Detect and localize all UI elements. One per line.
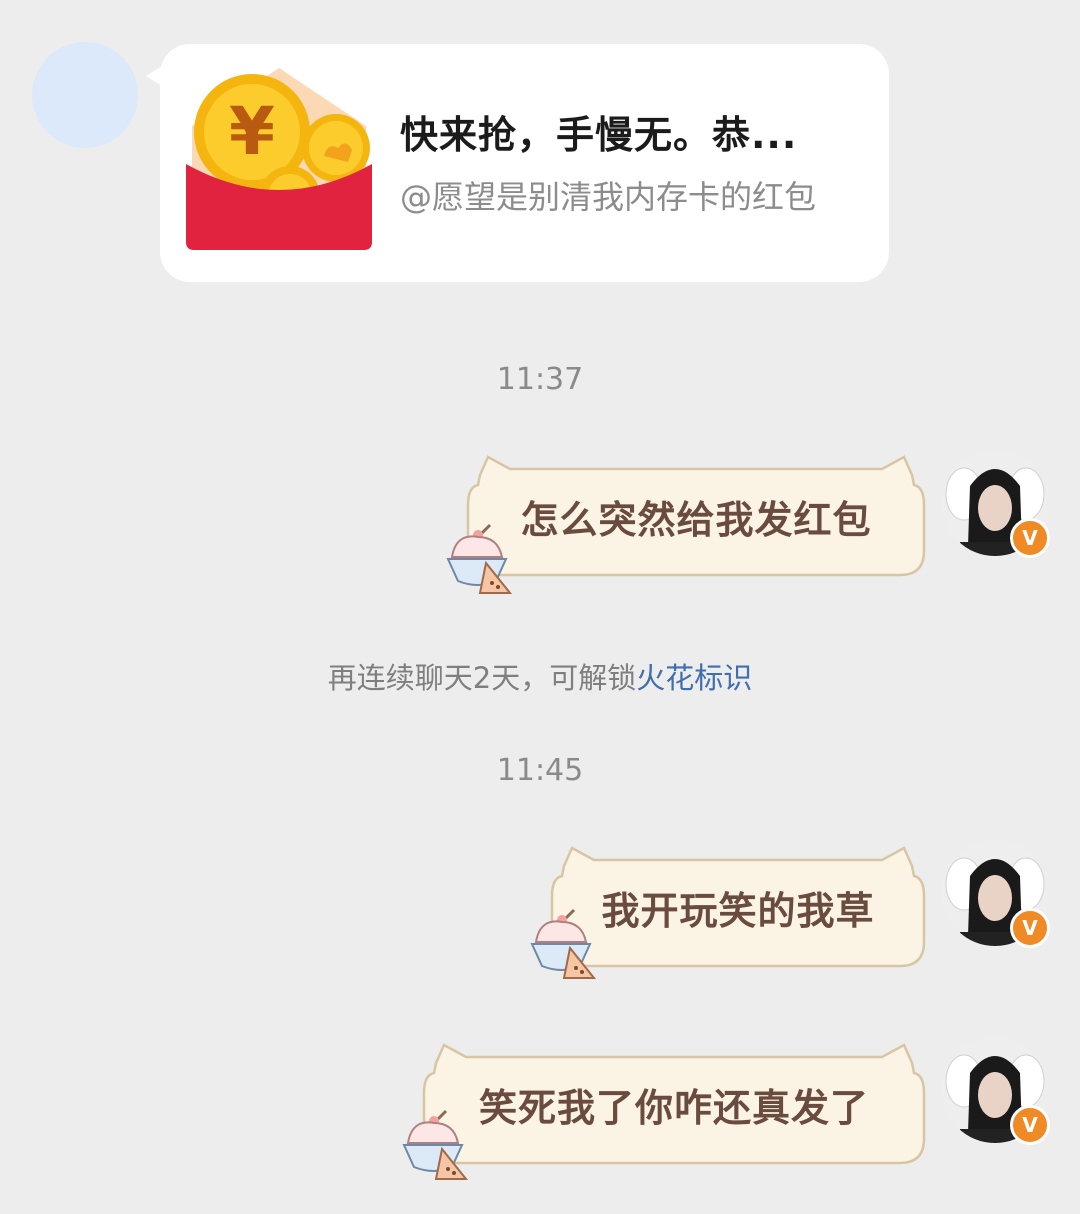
- svg-text:¥: ¥: [229, 93, 275, 170]
- my-avatar[interactable]: V: [942, 840, 1050, 948]
- timestamp: 11:37: [496, 362, 584, 397]
- shaved-ice-sticker-icon: [446, 523, 513, 594]
- red-packet-title: 快来抢，手慢无。恭...: [400, 113, 798, 157]
- message-bubble[interactable]: 我开玩笑的我草: [530, 846, 926, 979]
- my-avatar[interactable]: V: [942, 1037, 1050, 1145]
- verified-v-badge: V: [1010, 1105, 1050, 1145]
- my-avatar[interactable]: V: [942, 450, 1050, 558]
- verified-v-badge: V: [1010, 908, 1050, 948]
- spark-badge-link[interactable]: 火花标识: [636, 661, 752, 695]
- red-packet-sender: @愿望是别清我内存卡的红包: [400, 178, 817, 216]
- contact-avatar[interactable]: [32, 42, 138, 148]
- message-bubble[interactable]: 笑死我了你咋还真发了: [402, 1043, 926, 1180]
- red-packet-card[interactable]: ¥ 快来抢，手慢无。恭... @愿望是别清我内存卡的红包: [146, 44, 889, 282]
- verified-v-badge: V: [1010, 518, 1050, 558]
- spark-unlock-tip: 再连续聊天2天，可解锁火花标识: [0, 655, 1080, 697]
- message-text: 怎么突然给我发红包: [520, 497, 872, 542]
- red-envelope-coin-icon: ¥: [186, 68, 372, 250]
- spark-tip-text: 再连续聊天2天，可解锁: [327, 661, 637, 695]
- shaved-ice-sticker-icon: [530, 908, 597, 979]
- shaved-ice-sticker-icon: [402, 1109, 469, 1180]
- message-text: 我开玩笑的我草: [601, 888, 875, 933]
- message-text: 笑死我了你咋还真发了: [478, 1085, 869, 1130]
- message-bubble[interactable]: 怎么突然给我发红包: [446, 455, 926, 594]
- timestamp: 11:45: [496, 753, 584, 788]
